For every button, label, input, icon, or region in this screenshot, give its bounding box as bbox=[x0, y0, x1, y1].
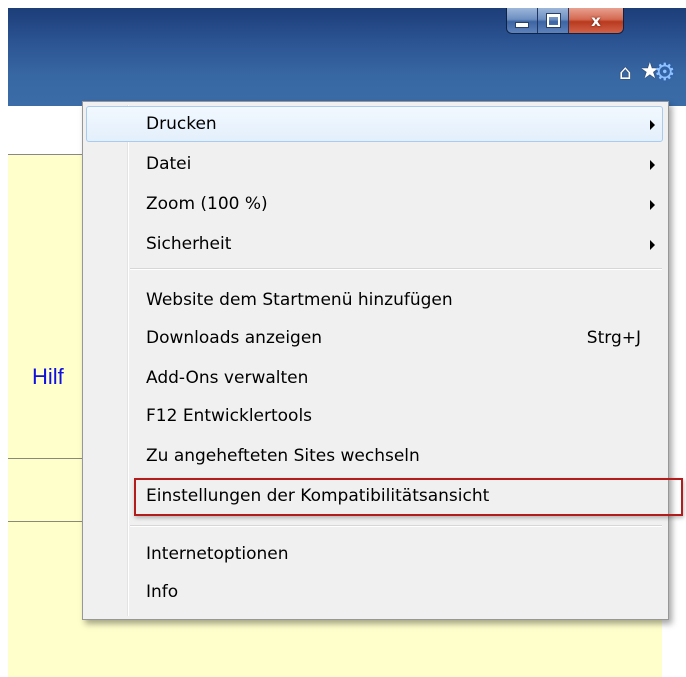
menu-item-label: Datei bbox=[146, 154, 192, 174]
minimize-button[interactable] bbox=[507, 8, 538, 33]
gear-icon[interactable]: ⚙ bbox=[654, 60, 676, 84]
maximize-icon bbox=[545, 13, 561, 28]
minimize-icon bbox=[515, 21, 529, 28]
menu-item-label: F12 Entwicklertools bbox=[146, 406, 313, 426]
menu-item-label: Add-Ons verwalten bbox=[146, 368, 309, 388]
menu-item-info[interactable]: Info bbox=[86, 574, 663, 610]
menu-item-label: Sicherheit bbox=[146, 234, 232, 254]
highlight-annotation-box bbox=[134, 478, 683, 516]
menu-separator bbox=[130, 525, 662, 527]
menu-item-label: Website dem Startmenü hinzufügen bbox=[146, 290, 453, 310]
page-link[interactable]: Hilf bbox=[32, 364, 64, 390]
menu-item-label: Drucken bbox=[146, 114, 217, 134]
menu-item-add-to-start[interactable]: Website dem Startmenü hinzufügen bbox=[86, 282, 663, 318]
menu-item-label: Internetoptionen bbox=[146, 544, 289, 564]
menu-item-devtools[interactable]: F12 Entwicklertools bbox=[86, 398, 663, 434]
menu-item-label: Zu angehefteten Sites wechseln bbox=[146, 446, 420, 466]
menu-separator bbox=[130, 268, 662, 270]
submenu-arrow-icon bbox=[650, 200, 655, 210]
menu-item-shortcut: Strg+J bbox=[586, 328, 641, 348]
submenu-arrow-icon bbox=[650, 240, 655, 250]
menu-item-pinned-sites[interactable]: Zu angehefteten Sites wechseln bbox=[86, 438, 663, 474]
menu-item-zoom[interactable]: Zoom (100 %) bbox=[86, 186, 663, 222]
window-caption-buttons: x bbox=[506, 8, 624, 34]
tools-menu: Drucken Datei Zoom (100 %) Sicherheit We… bbox=[82, 101, 669, 620]
menu-item-label: Zoom (100 %) bbox=[146, 194, 268, 214]
menu-item-sicherheit[interactable]: Sicherheit bbox=[86, 226, 663, 262]
close-button[interactable]: x bbox=[569, 8, 623, 33]
maximize-button[interactable] bbox=[538, 8, 569, 33]
menu-item-internet-options[interactable]: Internetoptionen bbox=[86, 536, 663, 572]
menu-item-label: Downloads anzeigen bbox=[146, 328, 323, 348]
home-icon[interactable]: ⌂ bbox=[619, 62, 632, 82]
menu-item-addons[interactable]: Add-Ons verwalten bbox=[86, 360, 663, 396]
menu-item-datei[interactable]: Datei bbox=[86, 146, 663, 182]
submenu-arrow-icon bbox=[650, 160, 655, 170]
close-icon: x bbox=[591, 11, 601, 30]
menu-item-label: Info bbox=[146, 582, 179, 602]
menu-item-downloads[interactable]: Downloads anzeigen Strg+J bbox=[86, 320, 663, 356]
submenu-arrow-icon bbox=[650, 120, 655, 130]
menu-item-drucken[interactable]: Drucken bbox=[86, 106, 663, 142]
